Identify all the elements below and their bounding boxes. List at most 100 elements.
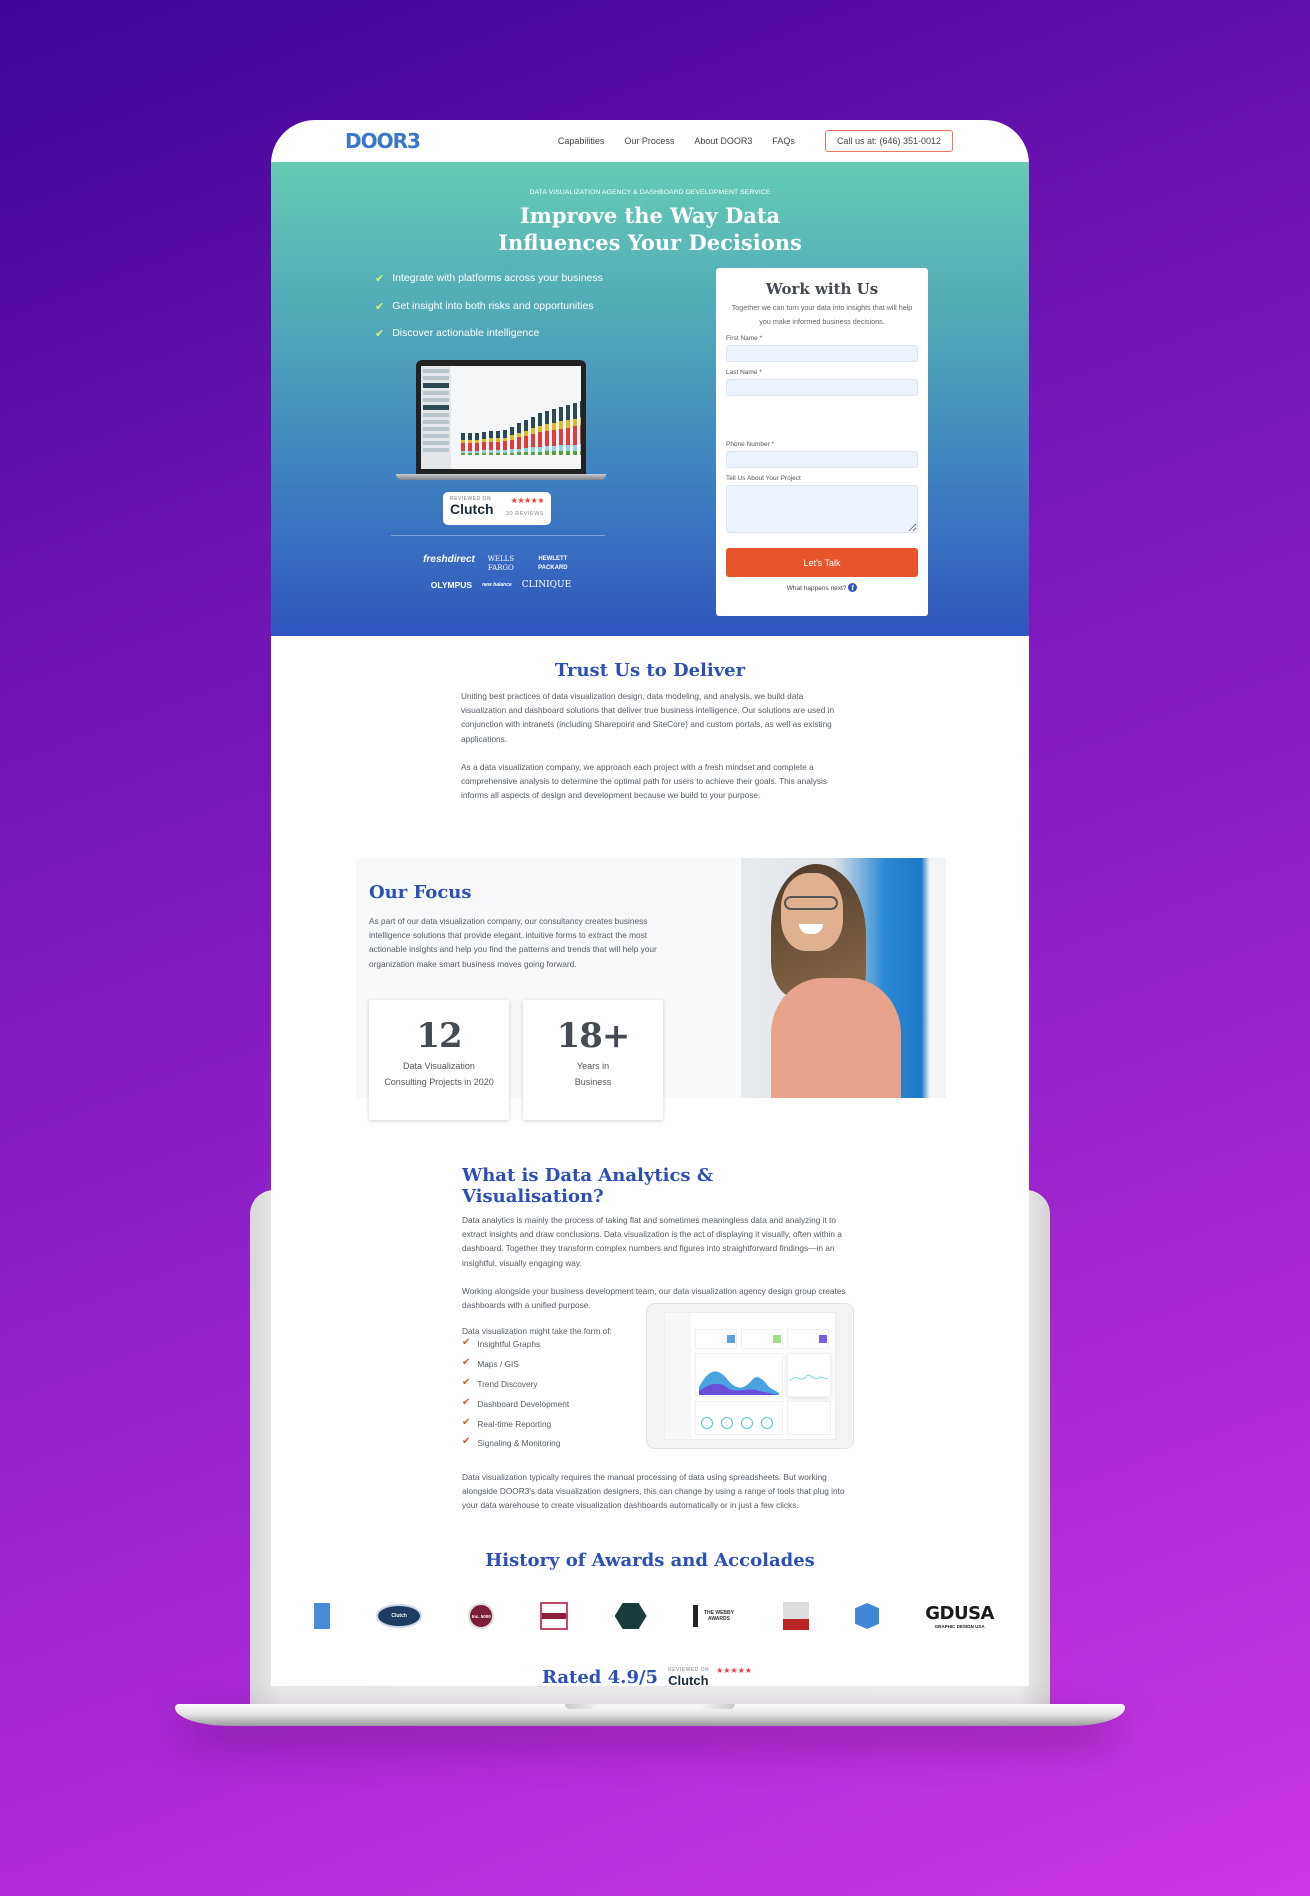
- thumbnail-bar: [524, 420, 528, 455]
- thumbnail-bar: [461, 433, 465, 455]
- hero-bullet: ✔ Discover actionable intelligence: [375, 327, 540, 340]
- hero-bullet: ✔ Integrate with platforms across your bu…: [375, 272, 603, 285]
- thumbnail-bar: [580, 401, 581, 455]
- hero-title-line2: Influences Your Decisions: [498, 230, 802, 255]
- thumbnail-bar: [496, 431, 500, 455]
- clutch-review-badge[interactable]: REVIEWED ON Clutch ★★★★★ 30 REVIEWS: [443, 492, 551, 525]
- thumbnail-bar: [552, 409, 556, 455]
- thumbnail-bar: [475, 433, 479, 455]
- last-name-field[interactable]: [726, 379, 918, 396]
- trust-paragraph-2: As a data visualization company, we appr…: [461, 761, 828, 801]
- thumbnail-bar: [531, 417, 535, 455]
- stat-card-years: 18+ Years in Business: [523, 1000, 663, 1120]
- hero-title-line1: Improve the Way Data: [519, 203, 781, 228]
- nav-capabilities[interactable]: Capabilities: [558, 136, 605, 146]
- award-inc-5000: Inc. 5000: [468, 1603, 495, 1629]
- check-icon: ✔: [462, 1357, 471, 1369]
- stacked-bar-chart-thumbnail: [461, 401, 581, 455]
- dashboard-sidebar: [421, 366, 451, 469]
- thumbnail-bar: [503, 430, 507, 455]
- stat-label: Data Visualization Consulting Projects in…: [384, 1061, 494, 1087]
- laptop-screen: [416, 360, 586, 474]
- review-count: 30 REVIEWS: [505, 511, 544, 517]
- check-icon: ✔: [462, 1436, 471, 1448]
- lets-talk-button[interactable]: Let's Talk: [726, 548, 918, 577]
- last-name-label: Last Name *: [726, 369, 762, 376]
- award-clutch-leader: [614, 1603, 647, 1629]
- thumbnail-bar: [482, 432, 486, 455]
- thumbnail-bar: [559, 407, 563, 455]
- award-blue-badge: [855, 1603, 880, 1629]
- nav-our-process[interactable]: Our Process: [624, 136, 674, 146]
- trust-section: Trust Us to Deliver Uniting best practic…: [271, 660, 1029, 802]
- webpage: DOOR3 Capabilities Our Process About DOO…: [271, 120, 1029, 1686]
- trust-paragraph-1: Uniting best practices of data visualiza…: [461, 691, 835, 744]
- hero-kicker: DATA VISUALIZATION AGENCY & DASHBOARD DE…: [529, 189, 771, 196]
- thumbnail-bar: [468, 433, 472, 455]
- rated-section: Rated 4.9/5 REVIEWED ON Clutch ★★★★★: [542, 1666, 758, 1686]
- check-icon: ✔: [462, 1396, 471, 1408]
- client-logo-olympus: OLYMPUS: [430, 580, 473, 590]
- hero-bullet: ✔ Get insight into both risks and opportu…: [375, 299, 594, 313]
- rating-stars: ★★★★★: [510, 496, 545, 505]
- client-logo-clinique: CLINIQUE: [521, 580, 572, 590]
- hero-title: Improve the Way Data Influences Your Dec…: [271, 202, 1029, 256]
- thumbnail-bar: [510, 427, 514, 455]
- contact-form: Work with Us Together we can turn your d…: [716, 268, 928, 616]
- check-icon: ✔: [375, 328, 385, 340]
- awards-title: History of Awards and Accolades: [485, 1550, 815, 1571]
- awards-row: Clutch Inc. 5000 THE WEBBY AWARDS GDUSA …: [314, 1602, 994, 1630]
- client-logo-freshdirect: freshdirect: [423, 554, 475, 565]
- nav-about[interactable]: About DOOR3: [694, 136, 752, 146]
- thumbnail-bar: [566, 405, 570, 455]
- check-icon: ✔: [375, 300, 385, 313]
- check-icon: ✔: [462, 1416, 471, 1428]
- main-nav: Capabilities Our Process About DOOR3 FAQ…: [558, 130, 953, 152]
- analytics-paragraph-1: Data analytics is mainly the process of …: [462, 1215, 842, 1268]
- project-textarea[interactable]: [726, 485, 918, 533]
- client-logo-hp: HEWLETT PACKARD: [538, 556, 568, 571]
- phone-field[interactable]: [726, 451, 918, 468]
- info-icon[interactable]: i: [848, 583, 858, 592]
- award-clutch-top-designers: Clutch: [376, 1604, 423, 1628]
- rated-title: Rated 4.9/5: [542, 1667, 659, 1686]
- analytics-paragraph-3: Data visualization typically requires th…: [462, 1472, 845, 1511]
- stat-value: 18+: [556, 1016, 631, 1056]
- analytics-title: What is Data Analytics & Visualisation?: [462, 1165, 714, 1207]
- award-gdusa: GDUSA GRAPHIC DESIGN USA: [925, 1603, 994, 1629]
- call-us-button[interactable]: Call us at: (646) 351-0012: [824, 130, 953, 152]
- client-logo-new-balance: new balance: [482, 582, 512, 588]
- smiling-woman-photo: [741, 858, 946, 1098]
- hero-bullets: ✔ Integrate with platforms across your bu…: [375, 272, 603, 355]
- what-happens-next[interactable]: What happens next? i: [726, 583, 918, 592]
- rating-stars: ★★★★★: [716, 1666, 752, 1675]
- thumbnail-bar: [545, 411, 549, 455]
- stat-value: 12: [416, 1016, 462, 1056]
- form-title: Work with Us: [765, 280, 879, 298]
- phone-label: Phone Number *: [726, 441, 775, 448]
- stat-card-projects: 12 Data Visualization Consulting Projects…: [369, 1000, 509, 1120]
- focus-paragraph: As part of our data visualization compan…: [369, 916, 657, 969]
- award-w3: [782, 1602, 809, 1630]
- award-webby: THE WEBBY AWARDS: [692, 1604, 737, 1628]
- stat-label: Years in Business: [574, 1061, 612, 1087]
- first-name-field[interactable]: [726, 345, 918, 362]
- check-icon: ✔: [462, 1377, 471, 1389]
- check-icon: ✔: [375, 273, 385, 285]
- thumbnail-bar: [517, 423, 521, 455]
- laptop-notch: [565, 1704, 735, 1709]
- award-certificate: [540, 1602, 569, 1630]
- logo[interactable]: DOOR3: [345, 129, 421, 153]
- client-logos: freshdirect WELLS FARGO HEWLETT PACKARD …: [411, 555, 591, 590]
- award-blue-ribbon: [314, 1603, 330, 1629]
- focus-title: Our Focus: [369, 882, 472, 903]
- trust-title: Trust Us to Deliver: [554, 660, 746, 681]
- rated-clutch-badge[interactable]: REVIEWED ON Clutch ★★★★★: [668, 1666, 758, 1686]
- site-header: DOOR3 Capabilities Our Process About DOO…: [271, 120, 1029, 162]
- area-chart-thumbnail: [699, 1371, 779, 1395]
- form-subtitle: Together we can turn your data into insi…: [731, 303, 913, 326]
- nav-faqs[interactable]: FAQs: [772, 136, 795, 146]
- thumbnail-bar: [538, 413, 542, 455]
- project-label: Tell Us About Your Project: [726, 475, 801, 482]
- hero-section: DATA VISUALIZATION AGENCY & DASHBOARD DE…: [271, 162, 1029, 636]
